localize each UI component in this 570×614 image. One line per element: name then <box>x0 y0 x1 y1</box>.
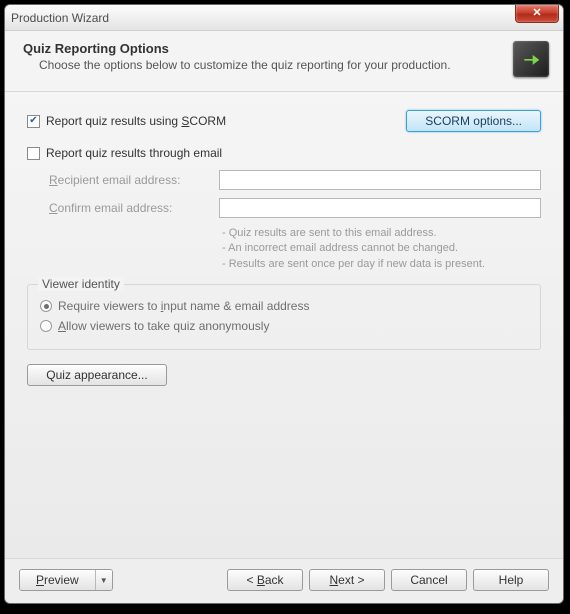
email-checkbox[interactable] <box>27 147 40 160</box>
chevron-down-icon[interactable]: ▼ <box>96 570 112 590</box>
content-area: Report quiz results using SCORM SCORM op… <box>5 92 563 558</box>
page-subtitle: Choose the options below to customize th… <box>23 58 505 72</box>
radio-require-row: Require viewers to input name & email ad… <box>40 299 528 313</box>
scorm-row: Report quiz results using SCORM SCORM op… <box>27 110 541 132</box>
arrow-icon <box>521 49 541 69</box>
preview-button-label: Preview <box>20 570 96 590</box>
wizard-header: Quiz Reporting Options Choose the option… <box>5 31 563 92</box>
viewer-identity-legend: Viewer identity <box>38 277 124 291</box>
confirm-row: Confirm email address: <box>49 198 541 218</box>
close-icon: ✕ <box>532 7 541 19</box>
radio-anonymous[interactable] <box>40 320 52 332</box>
recipient-label: Recipient email address: <box>49 173 219 187</box>
confirm-label: Confirm email address: <box>49 201 219 215</box>
quiz-appearance-button[interactable]: Quiz appearance... <box>27 364 167 386</box>
viewer-identity-group: Viewer identity Require viewers to input… <box>27 284 541 350</box>
preview-button[interactable]: Preview ▼ <box>19 569 113 591</box>
scorm-options-button[interactable]: SCORM options... <box>406 110 541 132</box>
cancel-button[interactable]: Cancel <box>391 569 467 591</box>
footer-right: < Back Next > Cancel Help <box>227 569 549 591</box>
scorm-checkbox[interactable] <box>27 115 40 128</box>
next-button[interactable]: Next > <box>309 569 385 591</box>
window-title: Production Wizard <box>11 11 109 25</box>
hint-line: Results are sent once per day if new dat… <box>222 257 541 272</box>
footer-left: Preview ▼ <box>19 569 113 591</box>
radio-anonymous-label[interactable]: Allow viewers to take quiz anonymously <box>58 319 269 333</box>
email-row: Report quiz results through email <box>27 146 541 160</box>
header-text: Quiz Reporting Options Choose the option… <box>23 41 505 72</box>
titlebar: Production Wizard ✕ <box>5 5 563 31</box>
back-button[interactable]: < Back <box>227 569 303 591</box>
close-button[interactable]: ✕ <box>515 5 559 23</box>
hint-line: Quiz results are sent to this email addr… <box>222 226 541 241</box>
help-button[interactable]: Help <box>473 569 549 591</box>
window-frame: Production Wizard ✕ Quiz Reporting Optio… <box>4 4 564 604</box>
wizard-icon <box>513 41 549 77</box>
recipient-input[interactable] <box>219 170 541 190</box>
page-title: Quiz Reporting Options <box>23 41 505 56</box>
radio-require[interactable] <box>40 300 52 312</box>
recipient-row: Recipient email address: <box>49 170 541 190</box>
wizard-footer: Preview ▼ < Back Next > Cancel Help <box>5 558 563 603</box>
radio-require-label[interactable]: Require viewers to input name & email ad… <box>58 299 309 313</box>
email-hints: Quiz results are sent to this email addr… <box>222 226 541 272</box>
hint-line: An incorrect email address cannot be cha… <box>222 241 541 256</box>
scorm-checkbox-label[interactable]: Report quiz results using SCORM <box>46 114 226 128</box>
confirm-input[interactable] <box>219 198 541 218</box>
radio-anon-row: Allow viewers to take quiz anonymously <box>40 319 528 333</box>
email-checkbox-label[interactable]: Report quiz results through email <box>46 146 222 160</box>
